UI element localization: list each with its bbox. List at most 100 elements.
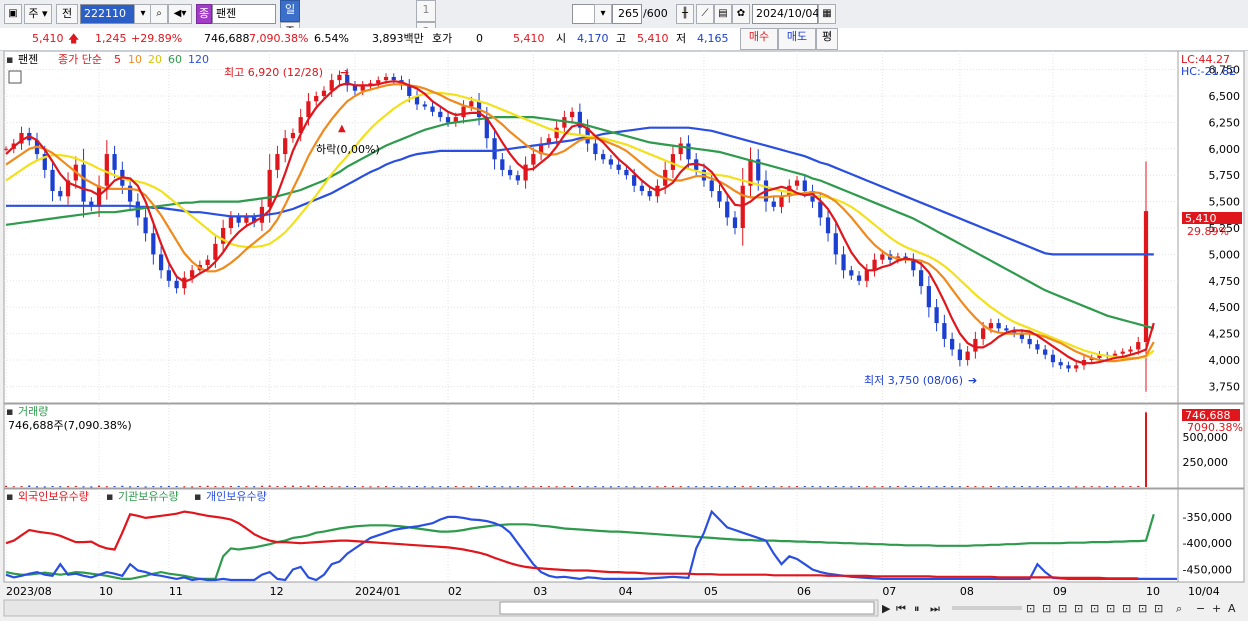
candle-body: [570, 111, 575, 118]
change-pct: +29.89%: [131, 32, 183, 45]
tab-main-button[interactable]: 주 ▾: [24, 4, 52, 24]
volume-bar: [454, 486, 457, 487]
volume-bar: [1106, 486, 1109, 488]
volume-bar: [609, 486, 612, 488]
candle-body: [973, 338, 978, 352]
candle-body: [523, 164, 528, 181]
tab-prev-button[interactable]: 전: [56, 4, 78, 24]
sell-button[interactable]: 매도: [778, 28, 816, 50]
zoom-icon-5[interactable]: ⊡: [1090, 602, 1099, 615]
zoom-icon-3[interactable]: ⊡: [1058, 602, 1067, 615]
zoom-icon-9[interactable]: ⊡: [1154, 602, 1163, 615]
zoom-icon-2[interactable]: ⊡: [1042, 602, 1051, 615]
volume-bar: [958, 486, 961, 488]
volume-bar: [532, 486, 535, 488]
candle-body: [981, 328, 986, 339]
save-icon[interactable]: ▤: [714, 4, 732, 24]
window-icon[interactable]: ▣: [4, 4, 22, 24]
minute-button-1[interactable]: 1: [416, 0, 436, 22]
candle-body: [244, 217, 249, 223]
zoom-in-icon[interactable]: +: [1212, 602, 1221, 615]
stock-chart[interactable]: 3,7504,0004,2504,5004,7505,0005,2505,500…: [0, 51, 1248, 621]
volume-bar: [1020, 486, 1023, 487]
turnover-value: 6.54%: [314, 32, 349, 45]
stock-name-field[interactable]: 팬젠: [212, 4, 276, 24]
candle-body: [1143, 211, 1149, 343]
zoom-icon-7[interactable]: ⊡: [1122, 602, 1131, 615]
count-input[interactable]: 265: [612, 4, 642, 24]
zoom-icon-6[interactable]: ⊡: [1106, 602, 1115, 615]
draw-tool-icon[interactable]: ⟋: [696, 4, 714, 24]
volume-bar: [687, 486, 690, 488]
grid-toggle-icon[interactable]: [8, 70, 22, 84]
candle-body: [531, 154, 536, 165]
last-price-label: 5,410: [1185, 212, 1217, 225]
speaker-icon[interactable]: ◀▾: [168, 4, 192, 24]
volume-bar: [540, 486, 543, 487]
price-tick-9: 6,000: [1209, 143, 1241, 156]
volume-bar: [353, 486, 356, 487]
stock-code-input[interactable]: 222110: [80, 4, 136, 24]
volume-bar: [524, 486, 527, 488]
candle-body: [492, 138, 497, 160]
candle-body: [515, 175, 520, 181]
zoom-out-icon[interactable]: −: [1196, 602, 1205, 615]
volume-bar: [501, 486, 504, 488]
volume-bar: [873, 486, 876, 488]
volume-bar: [1098, 486, 1101, 488]
pause-icon[interactable]: ⏸: [914, 602, 920, 615]
candle-body: [58, 191, 63, 197]
pane-menu-icon[interactable]: ▪: [6, 53, 13, 66]
gear-icon[interactable]: ✿: [732, 4, 750, 24]
zoom-icon-1[interactable]: ⊡: [1026, 602, 1035, 615]
quote-bar: 5,410 🡅 1,245 +29.89% 746,688 7,090.38% …: [0, 28, 1248, 51]
volume-bar: [237, 485, 240, 487]
volume-bar: [578, 486, 581, 487]
holdings-pane-icon[interactable]: ▪: [6, 490, 13, 503]
price-title: 팬젠: [18, 53, 38, 66]
period-button-0[interactable]: 일: [280, 0, 300, 22]
holdings-tick-1: -400,000: [1183, 537, 1232, 550]
x-axis-right-label: 10/04: [1188, 585, 1220, 598]
buy-button[interactable]: 매수: [740, 28, 778, 50]
play-icon[interactable]: ▶: [882, 602, 891, 615]
hc-label: HC:-21.82: [1181, 65, 1236, 78]
volume-bar: [423, 486, 426, 488]
zoom-icon-4[interactable]: ⊡: [1074, 602, 1083, 615]
high-arrow-icon: ➔: [340, 66, 349, 79]
minute-dropdown-icon[interactable]: ▾: [594, 4, 612, 24]
ma20-legend: 20: [148, 53, 162, 66]
volume-bar: [671, 485, 674, 487]
hoga-label: 호가: [432, 32, 453, 45]
rewind-icon[interactable]: ⏮: [896, 602, 906, 615]
volume-bar: [602, 486, 605, 488]
candle-body: [942, 323, 947, 339]
volume-bar: [547, 486, 550, 488]
candle-body: [213, 243, 218, 260]
eval-button[interactable]: 평: [816, 28, 838, 50]
auto-scale-icon[interactable]: A: [1228, 602, 1236, 615]
ma-legend-label: 종가 단순: [58, 53, 102, 66]
zoom-icon-8[interactable]: ⊡: [1138, 602, 1147, 615]
scrollbar-thumb[interactable]: [499, 601, 875, 615]
magnifier-icon[interactable]: ⌕: [1176, 602, 1182, 615]
volume-bar: [377, 486, 380, 488]
calendar-icon[interactable]: ▦: [818, 4, 836, 24]
candle-body: [686, 143, 691, 160]
candle-icon[interactable]: ╫: [676, 4, 694, 24]
candle-body: [957, 349, 962, 361]
candle-body: [1066, 365, 1071, 369]
holdings-tick-0: -350,000: [1183, 511, 1232, 524]
search-icon[interactable]: ⌕: [150, 4, 168, 24]
volume-bar: [408, 486, 411, 488]
volume-bar: [966, 485, 969, 487]
candle-body: [205, 259, 210, 265]
low-annotation: 최저 3,750 (08/06): [864, 374, 963, 387]
x-label-2: 11: [169, 585, 183, 598]
date-input[interactable]: 2024/10/04: [752, 4, 819, 24]
forward-icon[interactable]: ⏭: [930, 602, 940, 615]
x-label-1: 10: [99, 585, 113, 598]
zoom-slider[interactable]: [952, 606, 1022, 610]
volume-bar: [284, 485, 287, 487]
volume-pane-icon[interactable]: ▪: [6, 405, 13, 418]
